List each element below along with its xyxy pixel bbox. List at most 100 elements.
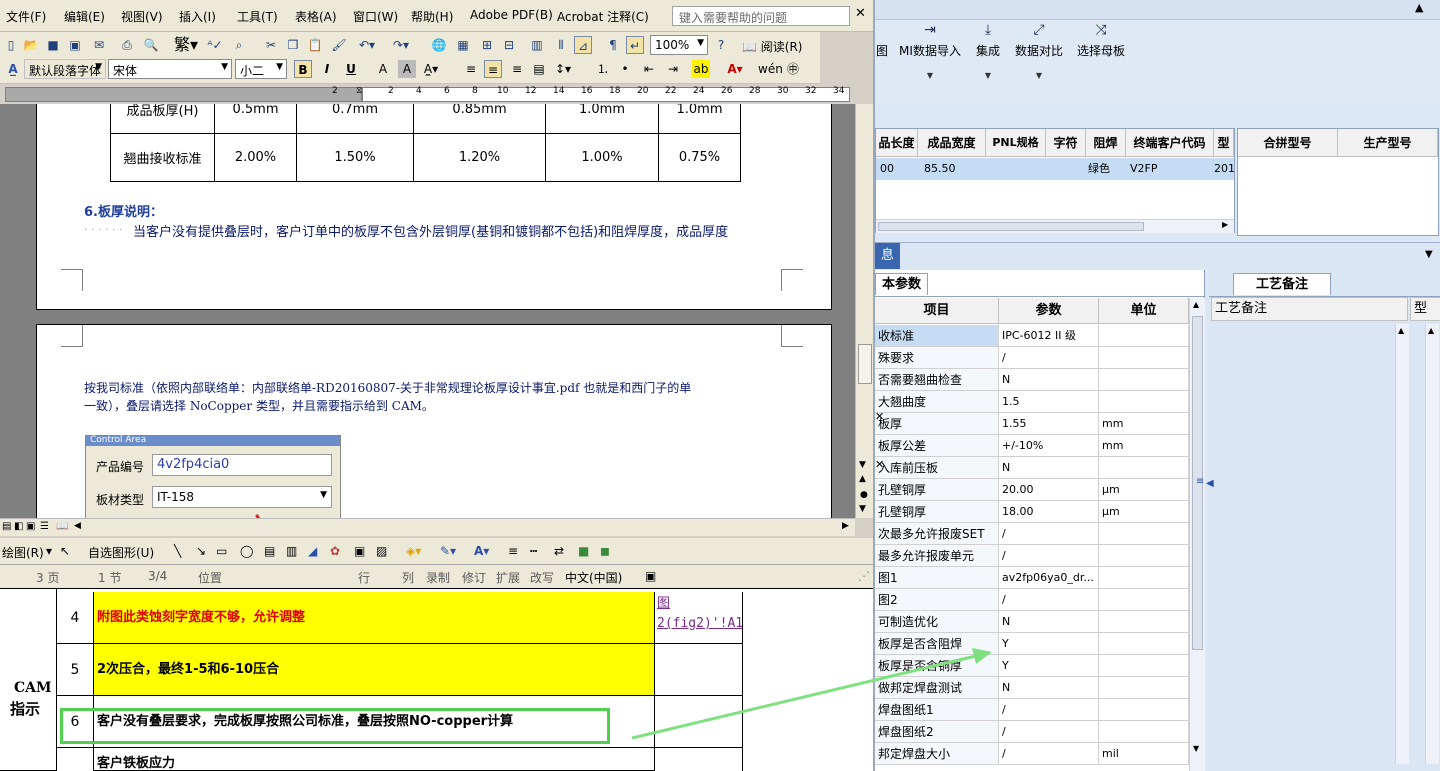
shadow-icon[interactable]: ■: [578, 544, 589, 558]
draw-font-color-icon[interactable]: A▾: [474, 544, 489, 558]
param-value[interactable]: 1.55: [999, 413, 1099, 435]
param-row[interactable]: 邦定焊盘大小 / mil: [875, 743, 1189, 765]
char-shading-icon[interactable]: A: [398, 60, 416, 78]
param-row[interactable]: 板厚是否含阻焊 Y: [875, 633, 1189, 655]
wordart-icon[interactable]: ◢: [308, 544, 317, 558]
param-value[interactable]: /: [999, 347, 1099, 369]
grid-header[interactable]: 生产型号: [1338, 129, 1438, 157]
param-row[interactable]: 孔壁铜厚 18.00 μm: [875, 501, 1189, 523]
menu-adobe-pdf[interactable]: Adobe PDF(B): [470, 8, 553, 22]
rectangle-icon[interactable]: ▭: [216, 544, 227, 558]
param-row[interactable]: 做邦定焊盘测试 N: [875, 677, 1189, 699]
param-item[interactable]: 殊要求: [875, 347, 999, 369]
param-row[interactable]: 板厚是否含铜厚 Y: [875, 655, 1189, 677]
figure-link[interactable]: 图2(fig2)'!A1: [655, 592, 743, 644]
increase-indent-icon[interactable]: ⇥: [664, 60, 682, 78]
param-unit[interactable]: [1099, 721, 1189, 743]
traditional-chinese-icon[interactable]: 繁▾: [172, 36, 200, 54]
diagram-icon[interactable]: ✿: [330, 544, 340, 558]
status-ovr[interactable]: 改写: [530, 569, 554, 586]
param-unit[interactable]: [1099, 523, 1189, 545]
param-item[interactable]: 焊盘图纸2: [875, 721, 999, 743]
integrate-button[interactable]: ⤓ 集成 ▼: [971, 22, 1005, 80]
draw-menu-arrow-icon[interactable]: ▾: [46, 544, 52, 558]
email-icon[interactable]: ✉: [90, 36, 108, 54]
font-color-icon[interactable]: A▾: [726, 60, 744, 78]
scroll-right-icon[interactable]: ▶: [1222, 220, 1228, 229]
param-value[interactable]: IPC-6012 II 级: [999, 325, 1099, 347]
save-icon[interactable]: ■: [44, 36, 62, 54]
param-item[interactable]: 孔壁铜厚: [875, 501, 999, 523]
param-value[interactable]: /: [999, 545, 1099, 567]
autoshapes-menu[interactable]: 自选图形(U): [88, 544, 154, 561]
vertical-textbox-icon[interactable]: ▥: [286, 544, 297, 558]
show-formatting-icon[interactable]: ↵: [626, 36, 644, 54]
scroll-up-icon[interactable]: ▲: [1428, 326, 1434, 335]
param-item[interactable]: 板厚是否含阻焊: [875, 633, 999, 655]
highlight-icon[interactable]: ab: [692, 60, 710, 78]
char-border-icon[interactable]: A: [374, 60, 392, 78]
permission-icon[interactable]: ▣: [66, 36, 84, 54]
param-item[interactable]: 可制造优化: [875, 611, 999, 633]
bold-icon[interactable]: B: [294, 60, 312, 78]
param-row[interactable]: 次最多允许报废SET /: [875, 523, 1189, 545]
horizontal-scrollbar[interactable]: ▤ ◧ ▣ ☰ 📖 ◀ ▶: [0, 518, 855, 536]
print-icon[interactable]: ⎙: [118, 36, 136, 54]
param-value[interactable]: 20.00: [999, 479, 1099, 501]
param-value[interactable]: /: [999, 589, 1099, 611]
param-item[interactable]: 入库前压板: [875, 457, 999, 479]
param-item[interactable]: 板厚: [875, 413, 999, 435]
scroll-up-icon[interactable]: ▲: [1398, 326, 1404, 335]
param-unit[interactable]: [1099, 655, 1189, 677]
print-preview-icon[interactable]: 🔍: [142, 36, 160, 54]
font-size-select[interactable]: 小二 ▼: [235, 59, 287, 79]
menu-table[interactable]: 表格(A): [295, 8, 337, 25]
param-row[interactable]: 图1 av2fp06ya0_dr...: [875, 567, 1189, 589]
decrease-indent-icon[interactable]: ⇤: [640, 60, 658, 78]
param-row[interactable]: 板厚 1.55 mm: [875, 413, 1189, 435]
param-unit[interactable]: [1099, 589, 1189, 611]
param-header-item[interactable]: 项目: [875, 298, 999, 324]
grid-header[interactable]: PNL规格: [986, 129, 1046, 157]
param-item[interactable]: 图2: [875, 589, 999, 611]
param-row[interactable]: 大翘曲度 1.5: [875, 391, 1189, 413]
redo-icon[interactable]: ↷▾: [392, 36, 410, 54]
param-unit[interactable]: [1099, 545, 1189, 567]
param-value[interactable]: /: [999, 523, 1099, 545]
textbox-icon[interactable]: ▤: [264, 544, 275, 558]
param-unit[interactable]: [1099, 633, 1189, 655]
data-compare-button[interactable]: ⤢ 数据对比 ▼: [1013, 22, 1065, 80]
italic-icon[interactable]: I: [318, 60, 336, 78]
numbering-icon[interactable]: ⒈: [594, 60, 612, 78]
distribute-icon[interactable]: ▤: [530, 60, 548, 78]
cut-icon[interactable]: ✂: [262, 36, 280, 54]
param-row[interactable]: 否需要翘曲检查 N: [875, 369, 1189, 391]
splitter-icon[interactable]: ≡: [1196, 476, 1204, 487]
styles-icon[interactable]: A̲: [4, 60, 22, 78]
paste-icon[interactable]: 📋: [306, 36, 324, 54]
param-unit[interactable]: [1099, 567, 1189, 589]
grid-header[interactable]: 终端客户代码: [1126, 129, 1214, 157]
new-doc-icon[interactable]: ▯: [2, 36, 20, 54]
param-row[interactable]: 可制造优化 N: [875, 611, 1189, 633]
web-view-icon[interactable]: ◧: [14, 521, 23, 532]
collapse-icon[interactable]: ▼: [1425, 249, 1433, 260]
clipart-icon[interactable]: ▣: [354, 544, 365, 558]
mi-import-button[interactable]: ⇥ MI数据导入 ▼: [897, 22, 963, 80]
menu-tools[interactable]: 工具(T): [237, 8, 278, 25]
grid-hscroll[interactable]: ▶: [876, 219, 1234, 233]
param-value[interactable]: N: [999, 611, 1099, 633]
show-hide-icon[interactable]: ¶: [604, 36, 622, 54]
align-right-icon[interactable]: ≡: [508, 60, 526, 78]
align-left-icon[interactable]: ≡: [462, 60, 480, 78]
param-unit[interactable]: mm: [1099, 413, 1189, 435]
insert-excel-icon[interactable]: ⊟: [500, 36, 518, 54]
scroll-up-icon[interactable]: ▲: [1193, 300, 1199, 309]
status-trk[interactable]: 修订: [462, 569, 486, 586]
param-row[interactable]: 图2/: [875, 589, 1189, 611]
param-item[interactable]: 焊盘图纸1: [875, 699, 999, 721]
reading-view-icon[interactable]: 📖: [56, 521, 68, 532]
menu-edit[interactable]: 编辑(E): [64, 8, 105, 25]
grid-cell[interactable]: 85.50: [918, 158, 986, 180]
line-icon[interactable]: ╲: [174, 544, 181, 558]
